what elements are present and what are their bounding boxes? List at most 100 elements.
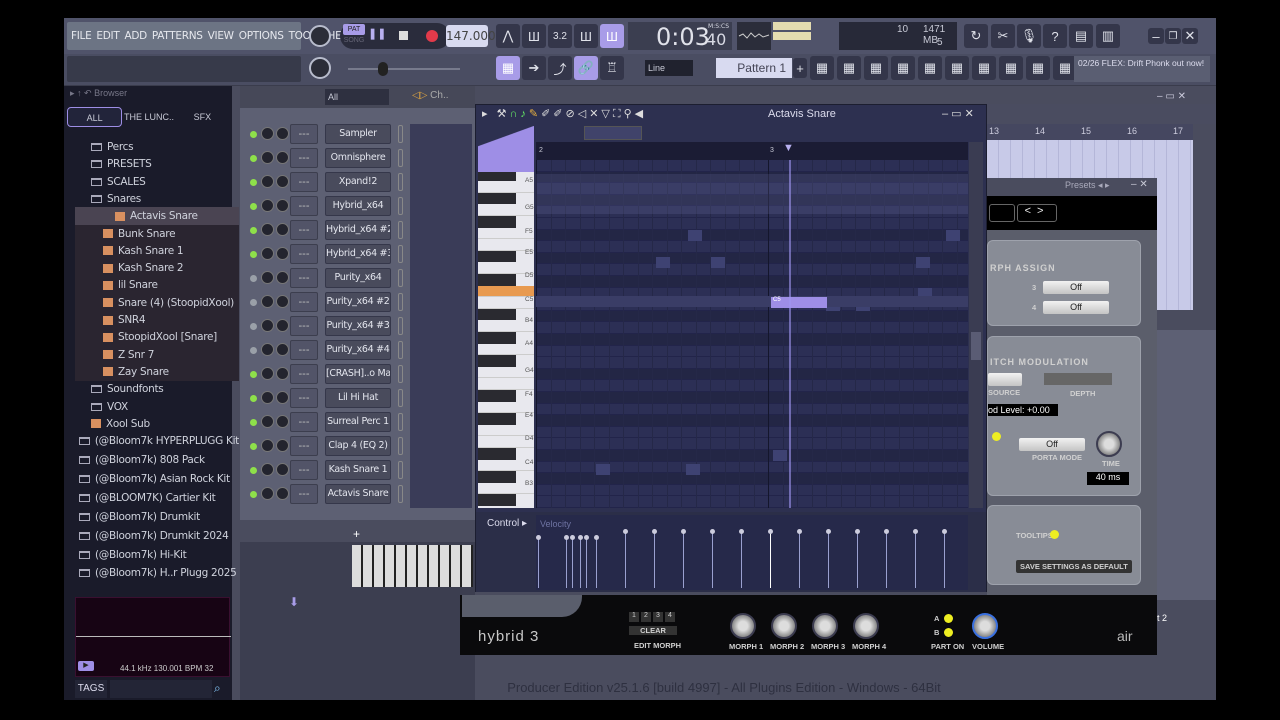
pan-knob[interactable] (276, 151, 289, 164)
arrow-icon[interactable]: ➔ (522, 56, 546, 80)
pan-knob[interactable] (276, 199, 289, 212)
velocity-handle[interactable] (797, 529, 802, 534)
menu-view[interactable]: VIEW (208, 30, 234, 42)
mixer-track-select[interactable]: --- (290, 412, 318, 432)
channel-select[interactable] (398, 341, 403, 359)
velocity-handle[interactable] (884, 529, 889, 534)
velocity-bar[interactable] (654, 532, 655, 588)
part-a-toggle[interactable] (944, 614, 953, 623)
velocity-handle[interactable] (739, 529, 744, 534)
add-channel-button[interactable]: + (353, 527, 360, 541)
browser-item[interactable]: (@Bloom7k) H..r Plugg 2025 (75, 564, 239, 582)
project-icon[interactable]: ▦ (945, 56, 969, 80)
piano-key[interactable] (478, 471, 516, 483)
pan-knob[interactable] (276, 223, 289, 236)
velocity-handle[interactable] (710, 529, 715, 534)
volume-knob[interactable] (261, 223, 274, 236)
pan-knob[interactable] (276, 295, 289, 308)
mixer-track-select[interactable]: --- (290, 244, 318, 264)
arrow-down-icon[interactable]: ⬇ (289, 595, 299, 609)
part-b-toggle[interactable] (944, 628, 953, 637)
velocity-handle[interactable] (681, 529, 686, 534)
microphone-icon[interactable]: 🎙 (1017, 24, 1041, 48)
assign-3-select[interactable]: Off (1043, 281, 1109, 294)
save-settings-default-button[interactable]: SAVE SETTINGS AS DEFAULT (1016, 560, 1132, 573)
velocity-bar[interactable] (857, 532, 858, 588)
song-mode-button[interactable]: SONG (343, 37, 365, 47)
morph-number-button[interactable]: 4 (665, 612, 675, 622)
restore-icon[interactable]: ❐ (1165, 28, 1181, 44)
slide-icon[interactable]: ⤴ (548, 56, 572, 80)
channel-select[interactable] (398, 269, 403, 287)
velocity-bar[interactable] (712, 532, 713, 588)
velocity-bar[interactable] (770, 532, 771, 588)
porta-mode-select[interactable]: Off (1019, 438, 1085, 451)
step-edit-icon[interactable]: Ш (574, 24, 598, 48)
channel-select[interactable] (398, 173, 403, 191)
cut-icon[interactable]: ✂ (991, 24, 1015, 48)
playhead-marker-icon[interactable]: ▼ (783, 142, 794, 154)
piano-key[interactable] (478, 216, 516, 228)
channel-row[interactable]: --- [CRASH]..o Main (246, 364, 406, 384)
velocity-bar[interactable] (915, 532, 916, 588)
channel-select[interactable] (398, 365, 403, 383)
channel-select[interactable] (398, 317, 403, 335)
velocity-handle[interactable] (768, 529, 773, 534)
stop-button[interactable] (399, 31, 408, 40)
velocity-bar[interactable] (828, 532, 829, 588)
magnet-icon[interactable]: ∩♪ (509, 108, 528, 120)
mixer-track-select[interactable]: --- (290, 220, 318, 240)
channel-row[interactable]: --- Hybrid_x64 #2 (246, 220, 406, 240)
countdown-icon[interactable]: 3.2 (548, 24, 572, 48)
volume-knob[interactable] (261, 367, 274, 380)
pan-knob[interactable] (276, 127, 289, 140)
channel-name-button[interactable]: Purity_x64 #3 (325, 316, 391, 336)
channel-name-button[interactable]: Kash Snare 1 (325, 460, 391, 480)
pat-mode-button[interactable]: PAT (343, 24, 365, 35)
channel-name-button[interactable]: Xpand!2 (325, 172, 391, 192)
mixer-track-select[interactable]: --- (290, 436, 318, 456)
browser-item[interactable]: Soundfonts (75, 380, 239, 398)
velocity-bar[interactable] (683, 532, 684, 588)
menu-file[interactable]: FILE (71, 30, 92, 42)
metronome-icon[interactable]: ⋀ (496, 24, 520, 48)
piano-key[interactable] (478, 448, 516, 460)
channel-row[interactable]: --- Kash Snare 1 (246, 460, 406, 480)
volume-knob[interactable] (261, 271, 274, 284)
mixer-track-select[interactable]: --- (290, 484, 318, 504)
volume-knob[interactable] (261, 199, 274, 212)
plugin-icon[interactable]: ▦ (972, 56, 996, 80)
volume-knob[interactable] (261, 463, 274, 476)
play-sample-button[interactable]: ▶ (78, 661, 94, 671)
touch-icon[interactable]: ▦ (1026, 56, 1050, 80)
pan-knob[interactable] (276, 175, 289, 188)
channel-name-button[interactable]: [CRASH]..o Main (325, 364, 391, 384)
channel-row[interactable]: --- Purity_x64 #2 (246, 292, 406, 312)
minimize-icon[interactable]: – (1148, 28, 1164, 44)
channel-name-button[interactable]: Surreal Perc 1 (325, 412, 391, 432)
pan-knob[interactable] (276, 247, 289, 260)
mute-led[interactable] (250, 371, 257, 378)
piano-keyboard[interactable]: A5 G5 F5 E5 D5 C5 B4 A4 G4 F4 E4 D4 C4 B3 (478, 172, 534, 508)
note-grid[interactable]: C5 (536, 160, 968, 508)
channel-row[interactable]: --- Sampler (246, 124, 406, 144)
browser-item[interactable]: (@Bloom7k) Drumkit (75, 508, 239, 526)
piano-roll-window-controls[interactable]: – ▭ ✕ (942, 107, 974, 120)
typing-keyboard-icon[interactable]: ♖ (600, 56, 624, 80)
vertical-scrollbar[interactable] (969, 142, 983, 508)
browser-item[interactable]: Percs (75, 138, 239, 156)
browser-item[interactable]: lil Snare (75, 276, 239, 295)
mute-led[interactable] (250, 491, 257, 498)
pan-knob[interactable] (276, 391, 289, 404)
morph-number-button[interactable]: 2 (641, 612, 651, 622)
piano-key[interactable] (478, 378, 534, 391)
save-icon[interactable]: ▤ (1069, 24, 1093, 48)
channel-row[interactable]: --- Purity_x64 #4 (246, 340, 406, 360)
mixer-track-select[interactable]: --- (290, 292, 318, 312)
channel-row[interactable]: --- Surreal Perc 1 (246, 412, 406, 432)
master-volume-knob[interactable] (309, 25, 331, 47)
mini-keyboard[interactable] (352, 545, 473, 587)
mute-led[interactable] (250, 131, 257, 138)
piano-key[interactable] (478, 494, 516, 507)
browser-item[interactable]: StoopidXool [Snare] (75, 328, 239, 347)
